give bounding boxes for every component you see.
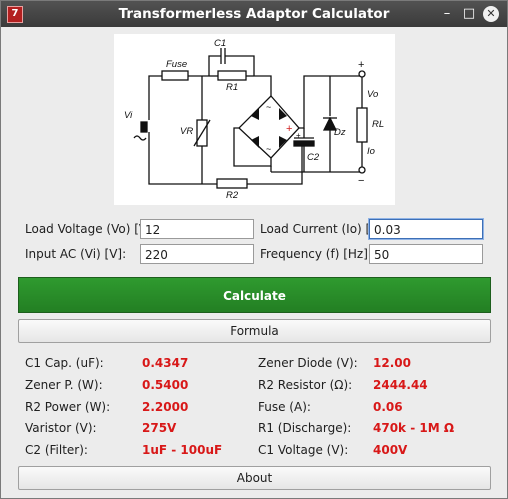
bridge-ac-top-label: ~ [266,102,271,112]
fuse-symbol [161,70,189,81]
maximize-icon[interactable]: □ [461,6,477,22]
load-resistor [356,107,368,143]
result-value: 12.00 [373,356,411,370]
result-label: R2 Resistor (Ω): [258,378,353,392]
result-value: 400V [373,443,408,457]
r2-label: R2 [226,190,239,201]
result-value: 2.2000 [142,400,189,414]
result-value: 0.4347 [142,356,189,370]
about-button[interactable]: About [18,466,491,490]
io-label: Io [367,146,375,157]
result-label: R2 Power (W): [25,400,111,414]
minimize-icon[interactable]: – [439,6,455,22]
rl-label: RL [372,119,384,130]
input-ac-label: Input AC (Vi) [V]: [25,247,127,261]
vo-label: Vo [367,89,378,100]
frequency-label: Frequency (f) [Hz]: [260,247,372,261]
vr-label: VR [180,126,193,137]
result-value: 275V [142,421,177,435]
result-value: 2444.44 [373,378,428,392]
result-value: 1uF - 100uF [142,443,223,457]
load-voltage-input[interactable]: 12 [140,219,254,239]
result-value: 0.5400 [142,378,189,392]
window-title: Transformerless Adaptor Calculator [118,6,390,22]
c1-label: C1 [214,38,226,49]
bridge-ac-bottom-label: ~ [266,144,271,154]
r2-resistor [216,178,248,189]
circuit-diagram: C1 Fuse R1 Vi VR C2 Dz RL Vo Io R2 + − +… [114,34,395,205]
c2-plus-label: + [296,131,301,140]
app-window: 7 Transformerless Adaptor Calculator – □… [0,0,508,499]
dz-label: Dz [334,127,346,138]
load-current-input[interactable]: 0.03 [369,219,483,239]
fuse-label: Fuse [166,59,187,70]
result-label: Fuse (A): [258,400,311,414]
result-label: R1 (Discharge): [258,421,352,435]
minus-terminal-label: − [358,175,364,187]
result-label: C1 Voltage (V): [258,443,349,457]
vi-label: Vi [124,110,133,121]
frequency-input[interactable]: 50 [369,244,483,264]
result-label: Zener Diode (V): [258,356,358,370]
r1-label: R1 [226,82,238,93]
result-label: Zener P. (W): [25,378,103,392]
title-bar[interactable]: 7 Transformerless Adaptor Calculator – □… [1,1,507,27]
bridge-diodes [251,108,287,148]
bridge-plus-label: + [286,123,292,135]
formula-button[interactable]: Formula [18,319,491,343]
result-value: 0.06 [373,400,403,414]
c2-label: C2 [307,152,320,163]
result-label: C1 Cap. (uF): [25,356,104,370]
r1-resistor [217,70,247,81]
result-label: C2 (Filter): [25,443,88,457]
result-value: 470k - 1M Ω [373,421,455,435]
load-voltage-label: Load Voltage (Vo) [V]: [25,222,156,236]
close-icon[interactable]: ✕ [483,6,499,22]
plus-terminal-label: + [358,59,364,71]
calculate-button[interactable]: Calculate [18,277,491,313]
result-label: Varistor (V): [25,421,97,435]
input-ac-input[interactable]: 220 [140,244,254,264]
